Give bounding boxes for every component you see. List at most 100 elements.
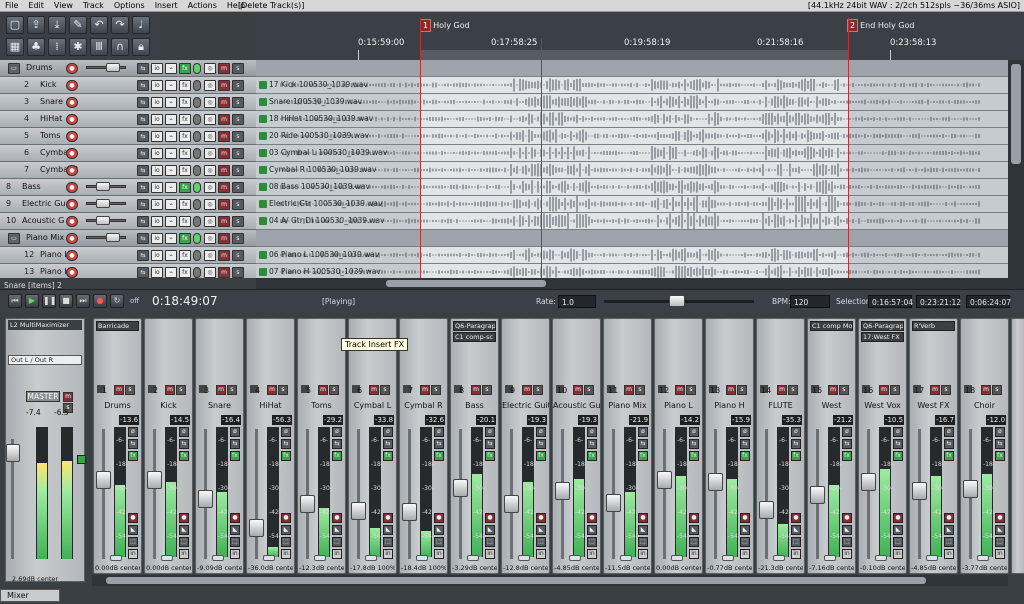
pan-knob[interactable] (926, 555, 938, 561)
rate-slider-knob[interactable] (669, 295, 685, 307)
menu-file[interactable]: File (0, 0, 23, 12)
fx-button[interactable]: fx (179, 451, 189, 461)
mute-button[interactable]: m (218, 131, 230, 142)
record-mode-button[interactable]: ◣ (740, 525, 750, 535)
track-name[interactable]: Kick (40, 77, 57, 93)
track-name[interactable]: Piano Mix (26, 230, 64, 246)
phase-button[interactable]: ø (281, 427, 291, 437)
pan-knob[interactable] (824, 555, 836, 561)
record-arm-button[interactable]: ● (66, 233, 78, 244)
input-button[interactable]: in (842, 549, 852, 559)
monitor-button[interactable]: ⬚ (995, 537, 1005, 547)
env-button[interactable]: ⌁ (165, 233, 177, 244)
io-button[interactable]: io (151, 63, 163, 74)
env-button[interactable]: ⌁ (165, 165, 177, 176)
solo-button[interactable]: s (533, 385, 543, 395)
fx-button[interactable]: fx (179, 216, 191, 227)
record-arm-button[interactable]: ● (281, 513, 291, 523)
monitor-button[interactable]: ◎ (204, 165, 216, 176)
solo-button[interactable]: s (278, 385, 288, 395)
mute-button[interactable]: m (165, 385, 175, 395)
mute-button[interactable]: m (218, 216, 230, 227)
phase-button[interactable]: ø (434, 427, 444, 437)
input-button[interactable]: in (791, 549, 801, 559)
pan-knob[interactable] (314, 555, 326, 561)
route-button[interactable]: ⇆ (332, 439, 342, 449)
phase-button[interactable]: ø (383, 427, 393, 437)
track-lane[interactable]: 06 Piano L 100530_1039.wav (256, 247, 1008, 264)
track-lane[interactable]: Snare 100530_1039.wav (256, 94, 1008, 111)
solo-button[interactable]: s (992, 385, 1002, 395)
fx-button[interactable]: fx (179, 97, 191, 108)
fx-button[interactable]: fx (689, 451, 699, 461)
record-arm-button[interactable]: ● (893, 513, 903, 523)
rate-value[interactable]: 1.0 (558, 295, 596, 308)
record-mode-button[interactable]: ◣ (230, 525, 240, 535)
track-row[interactable]: 4 HiHat ● ⇆ io ⌁ fx ◎ m s (0, 111, 256, 128)
fx-button[interactable]: fx (893, 451, 903, 461)
track-name[interactable]: Piano L (40, 247, 69, 263)
track-row[interactable]: 2 Kick ● ⇆ io ⌁ fx ◎ m s (0, 77, 256, 94)
fx-button[interactable]: fx (995, 451, 1005, 461)
selection-length[interactable]: 0:06:24:07 (966, 295, 1011, 308)
stop-icon[interactable]: ■ (59, 294, 73, 308)
monitor-button[interactable]: ⬚ (179, 537, 189, 547)
io-button[interactable]: io (151, 131, 163, 142)
route-button[interactable]: ⇆ (995, 439, 1005, 449)
io-button[interactable]: io (151, 80, 163, 91)
phase-button[interactable]: ø (791, 427, 801, 437)
track-name[interactable]: Bass (22, 179, 41, 195)
volume-knob[interactable] (106, 233, 120, 242)
mixer-tab[interactable]: Mixer (0, 589, 60, 602)
route-icon[interactable]: ⇆ (137, 250, 149, 261)
menu-view[interactable]: View (49, 0, 78, 12)
fx-button[interactable]: fx (179, 233, 191, 244)
route-icon[interactable]: ⇆ (137, 267, 149, 278)
volume-fader[interactable] (555, 482, 570, 500)
mute-button[interactable]: m (114, 385, 124, 395)
mute-button[interactable]: m (930, 385, 940, 395)
routing-icon[interactable]: Ⅲ (90, 38, 108, 56)
input-button[interactable]: in (689, 549, 699, 559)
record-arm-button[interactable]: ● (689, 513, 699, 523)
pan-knob[interactable] (212, 555, 224, 561)
input-button[interactable]: in (383, 549, 393, 559)
fx-slot[interactable]: Barricade (96, 321, 139, 331)
phase-button[interactable]: ø (128, 427, 138, 437)
bpm-value[interactable]: 120 (790, 295, 830, 308)
route-button[interactable]: ⇆ (893, 439, 903, 449)
fx-button[interactable]: fx (587, 451, 597, 461)
io-button[interactable]: io (151, 97, 163, 108)
fx-button[interactable]: fx (179, 199, 191, 210)
pan-knob[interactable] (875, 555, 887, 561)
io-button[interactable]: io (151, 114, 163, 125)
record-arm-button[interactable]: ● (383, 513, 393, 523)
monitor-button[interactable]: ⬚ (893, 537, 903, 547)
track-lane[interactable]: 08 Bass 100530_1039.wav (256, 179, 1008, 196)
monitor-button[interactable]: ⬚ (281, 537, 291, 547)
mute-button[interactable]: m (879, 385, 889, 395)
mute-button[interactable]: m (369, 385, 379, 395)
mute-button[interactable]: m (573, 385, 583, 395)
record-mode-button[interactable]: ◣ (281, 525, 291, 535)
route-button[interactable]: ⇆ (281, 439, 291, 449)
loop-icon[interactable]: ∩ (111, 38, 129, 56)
solo-button[interactable]: s (232, 165, 244, 176)
io-button[interactable]: io (151, 267, 163, 278)
mute-button[interactable]: m (471, 385, 481, 395)
new-project-icon[interactable]: ▢ (6, 16, 24, 34)
fx-button[interactable]: fx (536, 451, 546, 461)
play-icon[interactable]: ▶ (25, 294, 39, 308)
record-arm-button[interactable]: ● (66, 80, 78, 91)
record-arm-button[interactable]: ● (995, 513, 1005, 523)
volume-fader[interactable] (708, 473, 723, 491)
record-arm-button[interactable]: ● (536, 513, 546, 523)
fx-button[interactable]: fx (179, 114, 191, 125)
route-icon[interactable]: ⇆ (137, 63, 149, 74)
route-button[interactable]: ⇆ (638, 439, 648, 449)
record-arm-button[interactable]: ● (230, 513, 240, 523)
fx-button[interactable]: fx (179, 165, 191, 176)
pan-knob[interactable] (773, 555, 785, 561)
lock-icon[interactable]: 🔒︎ (132, 38, 150, 56)
ripple-icon[interactable]: ⁞ (48, 38, 66, 56)
